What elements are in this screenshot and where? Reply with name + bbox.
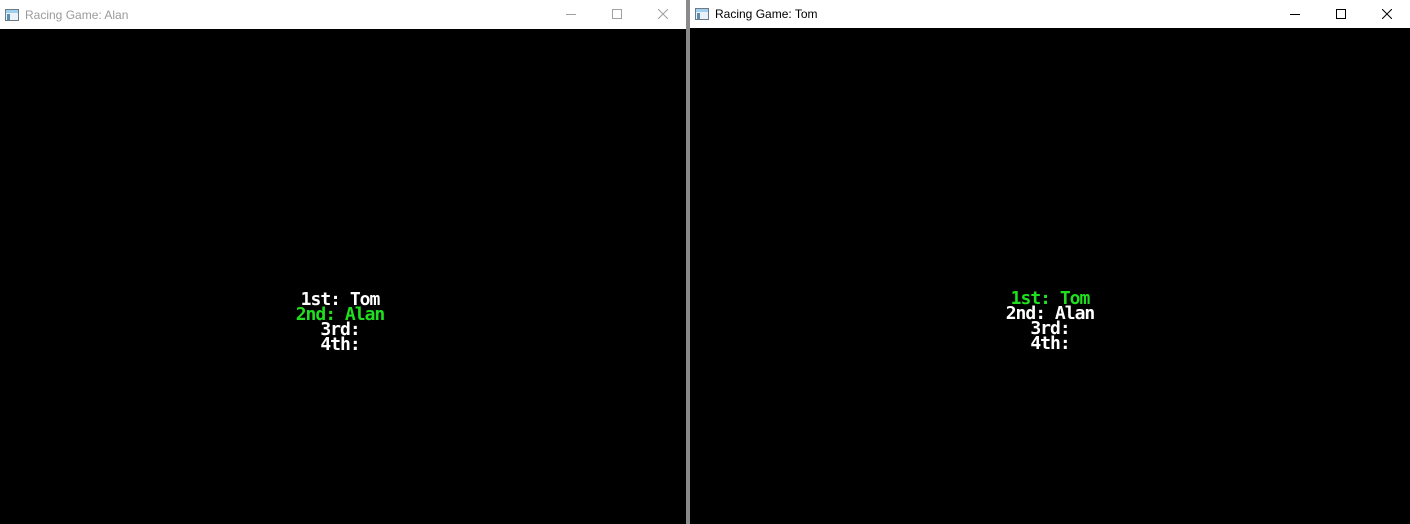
close-icon <box>658 9 668 19</box>
game-canvas[interactable]: 1st: Tom 2nd: Alan 3rd: 4th: <box>0 29 686 524</box>
window-controls <box>548 0 686 28</box>
maximize-icon <box>1336 9 1346 19</box>
standing-4th: 4th: <box>320 334 360 355</box>
game-window-tom[interactable]: Racing Game: Tom 1st: Tom 2nd: Alan 3rd:… <box>690 0 1410 524</box>
race-standings: 1st: Tom 2nd: Alan 3rd: 4th: <box>950 290 1150 354</box>
minimize-button[interactable] <box>548 0 594 28</box>
close-button[interactable] <box>640 0 686 28</box>
minimize-button[interactable] <box>1272 0 1318 28</box>
game-window-alan[interactable]: Racing Game: Alan 1st: Tom 2nd: Alan 3rd… <box>0 0 686 524</box>
close-button[interactable] <box>1364 0 1410 28</box>
game-canvas[interactable]: 1st: Tom 2nd: Alan 3rd: 4th: <box>690 28 1410 524</box>
maximize-button[interactable] <box>1318 0 1364 28</box>
window-title: Racing Game: Tom <box>715 7 818 21</box>
close-icon <box>1382 9 1392 19</box>
maximize-button[interactable] <box>594 0 640 28</box>
window-title: Racing Game: Alan <box>25 7 129 22</box>
standing-4th: 4th: <box>1030 333 1070 354</box>
title-bar[interactable]: Racing Game: Tom <box>690 0 1410 28</box>
window-app-icon <box>695 8 709 20</box>
minimize-icon <box>1290 14 1300 15</box>
maximize-icon <box>612 9 622 19</box>
title-bar[interactable]: Racing Game: Alan <box>0 0 686 29</box>
race-standings: 1st: Tom 2nd: Alan 3rd: 4th: <box>240 291 440 355</box>
minimize-icon <box>566 14 576 15</box>
window-controls <box>1272 0 1410 28</box>
window-app-icon <box>5 8 19 21</box>
